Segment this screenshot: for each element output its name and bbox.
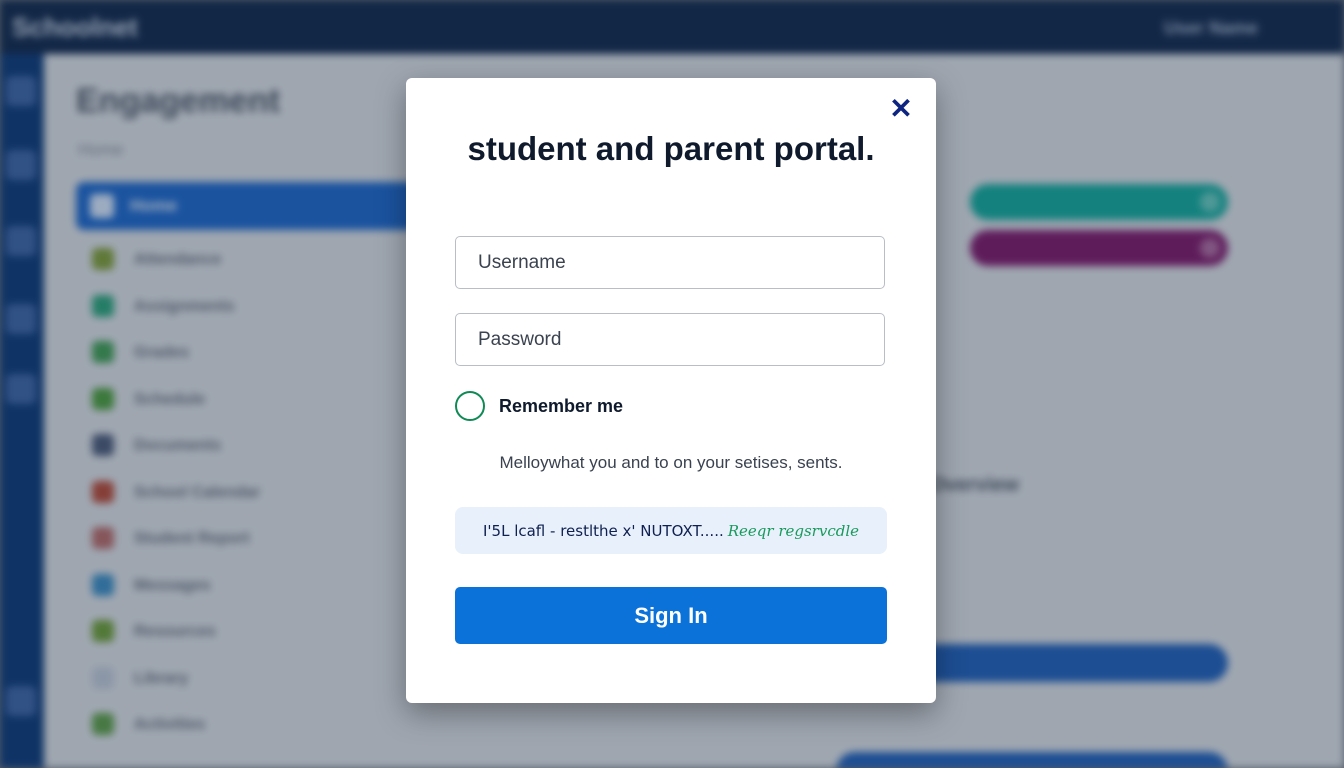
remember-radio[interactable] [455, 391, 485, 421]
modal-title: student and parent portal. [467, 130, 875, 167]
sign-in-button[interactable]: Sign In [455, 587, 887, 644]
login-modal: ✕ student and parent portal. Remember me… [406, 78, 936, 703]
close-icon[interactable]: ✕ [886, 94, 916, 124]
remember-label: Remember me [499, 395, 624, 416]
remember-me-toggle[interactable]: Remember me [455, 389, 623, 423]
banner-text: I'5L lcafl - restlthe x' NUTOXT..... [482, 521, 724, 540]
password-input[interactable] [455, 313, 885, 366]
username-input[interactable] [455, 236, 885, 289]
notice-banner: I'5L lcafl - restlthe x' NUTOXT..... Ree… [455, 507, 887, 554]
info-note: Melloywhat you and to on your setises, s… [499, 453, 843, 472]
banner-link[interactable]: Reeqr regsrvcdle [728, 522, 859, 540]
